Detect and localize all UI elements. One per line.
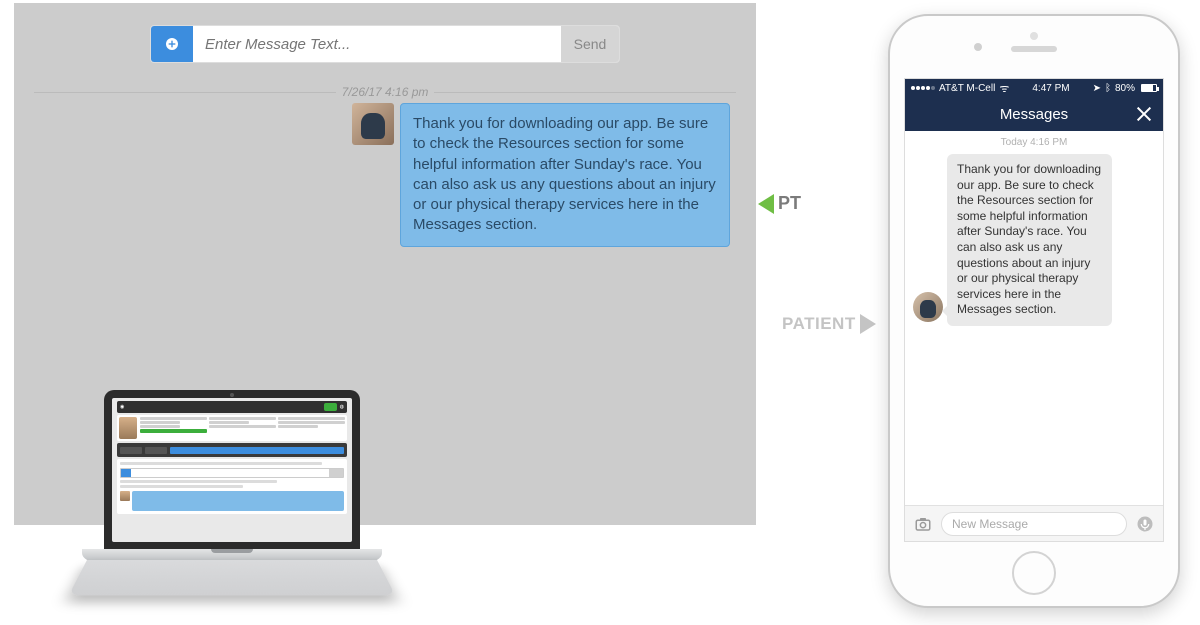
- pt-pointer: PT: [758, 193, 801, 214]
- camera-icon: [914, 515, 932, 533]
- phone-speaker-icon: [1011, 46, 1057, 52]
- sender-avatar: [913, 292, 943, 322]
- compose-bar: New Message: [905, 505, 1163, 541]
- nav-header: Messages: [905, 97, 1163, 131]
- plus-circle-icon: [164, 36, 180, 52]
- new-message-input[interactable]: New Message: [941, 512, 1127, 536]
- wifi-icon: ᯤ: [999, 81, 1009, 96]
- phone-screen: AT&T M-Cell ᯤ 4:47 PM ➤ ᛒ 80% Messages T…: [904, 78, 1164, 542]
- laptop-camera-icon: [230, 393, 234, 397]
- battery-percent: 80%: [1115, 83, 1135, 94]
- add-attachment-button[interactable]: [151, 26, 193, 62]
- pt-label: PT: [778, 193, 801, 214]
- send-button[interactable]: Send: [561, 26, 619, 62]
- phone-sensor-icon: [1030, 32, 1038, 40]
- page-title: Messages: [1000, 106, 1068, 123]
- battery-icon: [1141, 84, 1157, 92]
- new-message-placeholder: New Message: [952, 517, 1028, 531]
- message-input[interactable]: [193, 26, 561, 62]
- home-button[interactable]: [1012, 551, 1056, 595]
- thread-timestamp: 7/26/17 4:16 pm: [336, 85, 435, 99]
- thread-timestamp: Today 4:16 PM: [913, 137, 1155, 148]
- laptop-mockup: ◉ ◍: [82, 390, 382, 615]
- camera-button[interactable]: [913, 514, 933, 534]
- phone-front-camera-icon: [974, 43, 982, 51]
- patient-pointer: PATIENT: [782, 314, 876, 334]
- microphone-icon: [1136, 515, 1154, 533]
- message-bubble: Thank you for downloading our app. Be su…: [400, 103, 730, 247]
- location-icon: ➤: [1093, 83, 1101, 94]
- message-thread[interactable]: Today 4:16 PM Thank you for downloading …: [905, 131, 1163, 505]
- arrow-left-icon: [758, 194, 774, 214]
- phone-mockup: AT&T M-Cell ᯤ 4:47 PM ➤ ᛒ 80% Messages T…: [888, 14, 1180, 608]
- sender-avatar: [352, 103, 394, 145]
- carrier-label: AT&T M-Cell: [939, 83, 995, 94]
- signal-strength-icon: [911, 86, 935, 90]
- mic-button[interactable]: [1135, 514, 1155, 534]
- patient-label: PATIENT: [782, 314, 856, 334]
- message-row: Thank you for downloading our app. Be su…: [34, 103, 736, 247]
- status-time: 4:47 PM: [1032, 83, 1069, 94]
- bluetooth-icon: ᛒ: [1105, 83, 1111, 94]
- laptop-screen: ◉ ◍: [112, 398, 352, 542]
- thread-timestamp-divider: 7/26/17 4:16 pm: [34, 85, 736, 99]
- message-bubble: Thank you for downloading our app. Be su…: [947, 154, 1112, 326]
- status-bar: AT&T M-Cell ᯤ 4:47 PM ➤ ᛒ 80%: [905, 79, 1163, 97]
- compose-row: Send: [150, 25, 620, 63]
- message-row: Thank you for downloading our app. Be su…: [913, 154, 1155, 326]
- close-button[interactable]: [1135, 105, 1153, 123]
- arrow-right-icon: [860, 314, 876, 334]
